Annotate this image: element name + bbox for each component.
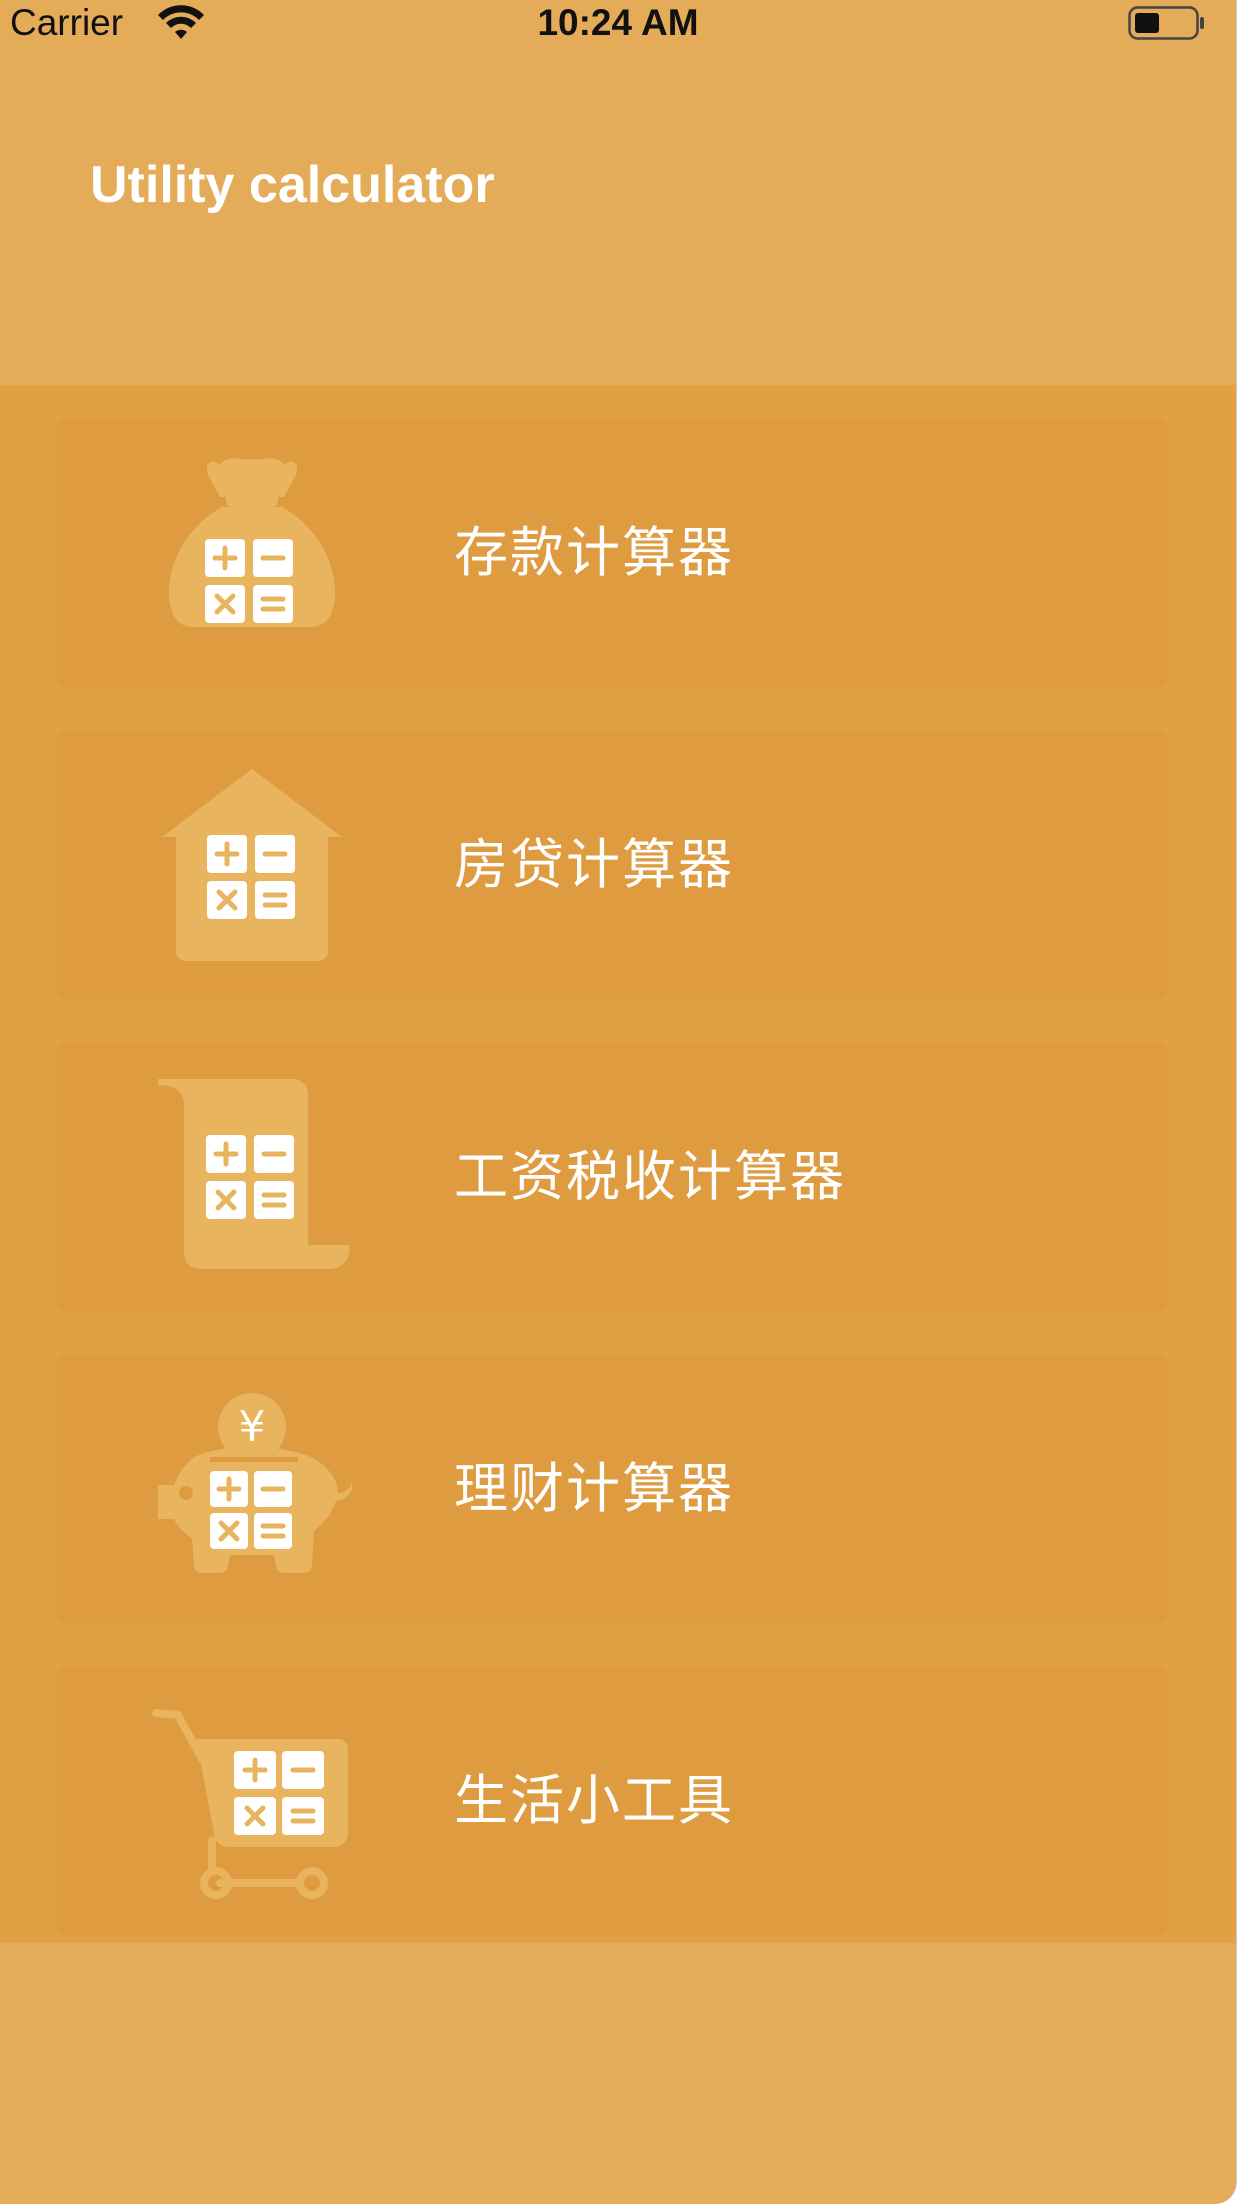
menu-item-mortgage-calculator[interactable]: 房贷计算器 [56,730,1168,1000]
menu-item-deposit-calculator[interactable]: 存款计算器 [56,418,1168,688]
calculator-list: 存款计算器 房贷计算器 工资税收计算器 ¥ 理财计算器 生活小工具 [0,385,1236,1943]
menu-item-salary-tax-calculator[interactable]: 工资税收计算器 [56,1042,1168,1312]
piggy-bank-calculator-icon: ¥ [158,1393,352,1573]
menu-item-label: 理财计算器 [454,1457,734,1520]
menu-item-label: 房贷计算器 [454,833,734,896]
clock: 10:24 AM [537,2,699,43]
menu-item-label: 存款计算器 [454,521,734,584]
menu-item-finance-calculator[interactable]: ¥ 理财计算器 [56,1354,1168,1624]
status-bar: Carrier 10:24 AM [0,0,1236,50]
app-screen: Carrier 10:24 AM Utility calculator 存款计算… [0,0,1237,2204]
yen-symbol: ¥ [239,1402,266,1451]
menu-item-label: 工资税收计算器 [454,1145,846,1208]
money-bag-calculator-icon [168,458,336,627]
menu-item-label: 生活小工具 [454,1769,734,1832]
menu-item-life-tools[interactable]: 生活小工具 [56,1666,1168,1936]
house-calculator-icon [162,769,342,961]
battery-icon [1128,6,1204,40]
scroll-calculator-icon [158,1079,350,1269]
shopping-cart-calculator-icon [152,1709,348,1899]
page-title: Utility calculator [90,156,495,214]
